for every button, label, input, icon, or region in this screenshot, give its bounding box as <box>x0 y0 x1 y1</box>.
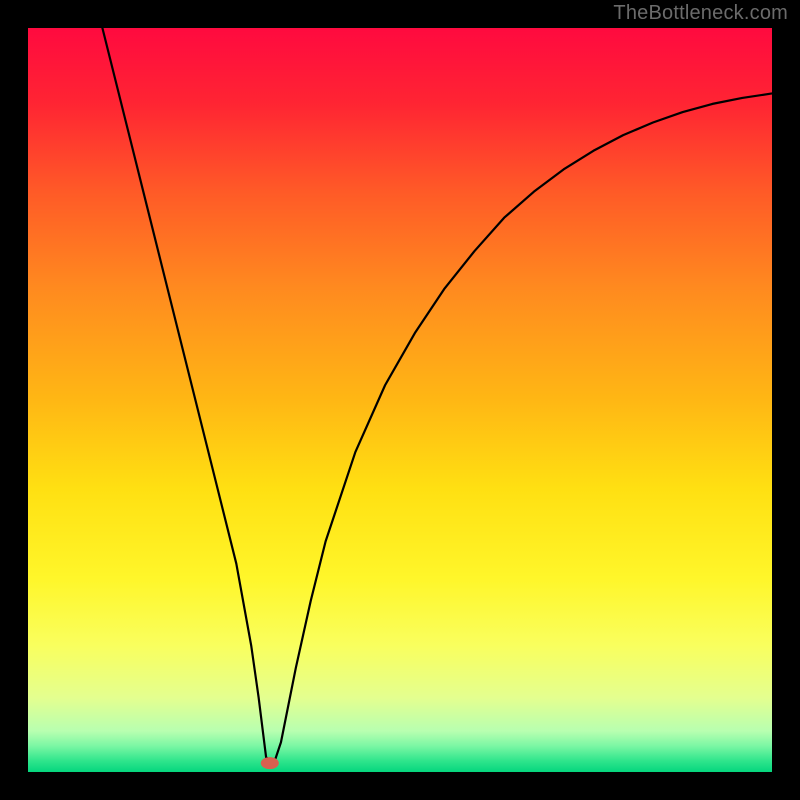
minimum-marker <box>261 757 279 769</box>
chart-stage: TheBottleneck.com <box>0 0 800 800</box>
watermark-text: TheBottleneck.com <box>613 2 788 25</box>
bottleneck-chart <box>0 0 800 800</box>
plot-background <box>28 28 772 772</box>
